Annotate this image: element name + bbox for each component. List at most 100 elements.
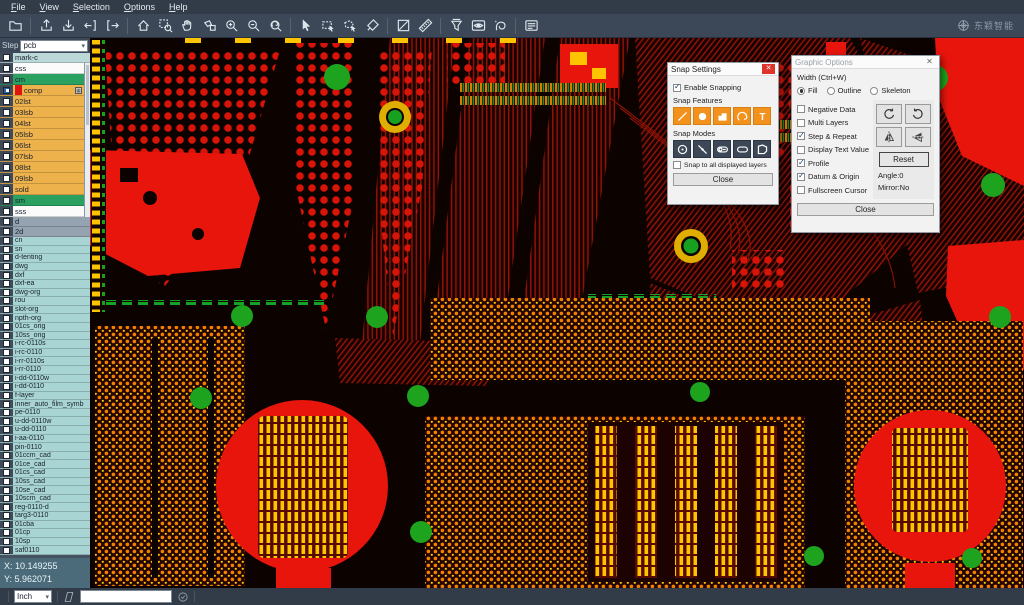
layer-row-pin-0110[interactable]: pin-0110 <box>0 443 90 452</box>
layer-row-reg-0110-d[interactable]: reg-0110-d <box>0 503 90 512</box>
import-down-button[interactable] <box>57 16 79 36</box>
layer-visibility-checkbox[interactable] <box>3 538 10 545</box>
enable-snapping-checkbox[interactable]: Enable Snapping <box>673 83 773 92</box>
layer-visibility-checkbox[interactable] <box>3 469 10 476</box>
layer-row-npth-org[interactable]: npth-org <box>0 314 90 323</box>
width-radio-outline[interactable]: Outline <box>827 86 862 95</box>
layer-visibility-checkbox[interactable] <box>3 358 10 365</box>
mode-edge-button[interactable] <box>693 140 711 158</box>
layer-row-04lst[interactable]: 04lst <box>0 118 90 129</box>
layer-row-i-dd-0110[interactable]: i-dd-0110 <box>0 383 90 392</box>
layer-visibility-checkbox[interactable] <box>3 228 10 235</box>
layer-visibility-checkbox[interactable] <box>3 521 10 528</box>
layer-row-inner_auto_film_symb[interactable]: inner_auto_film_symb <box>0 400 90 409</box>
layer-row-03lsb[interactable]: 03lsb <box>0 107 90 118</box>
layer-row-i-aa-0110[interactable]: i-aa-0110 <box>0 435 90 444</box>
layer-visibility-checkbox[interactable] <box>3 409 10 416</box>
layer-row-dwg-org[interactable]: dwg-org <box>0 289 90 298</box>
layer-visibility-checkbox[interactable] <box>3 246 10 253</box>
pcb-viewport[interactable]: Snap Settings ✕ Enable Snapping Snap Fea… <box>90 38 1024 588</box>
close-icon[interactable]: ✕ <box>923 57 936 67</box>
layer-visibility-checkbox[interactable] <box>3 366 10 373</box>
zoom-out-button[interactable] <box>242 16 264 36</box>
layer-visibility-checkbox[interactable] <box>3 218 10 225</box>
layer-row-saf0110[interactable]: saf0110 <box>0 546 90 555</box>
filter-button[interactable] <box>445 16 467 36</box>
layers-panel-button[interactable] <box>520 16 542 36</box>
highlight-button[interactable] <box>361 16 383 36</box>
layer-visibility-checkbox[interactable] <box>3 175 10 182</box>
layer-row-08lst[interactable]: 08lst <box>0 162 90 173</box>
graphic-checkbox-datum-origin[interactable]: Datum & Origin <box>797 172 869 181</box>
layer-visibility-checkbox[interactable] <box>3 54 10 61</box>
layer-visibility-checkbox[interactable] <box>3 478 10 485</box>
layer-row-10scm_cad[interactable]: 10scm_cad <box>0 495 90 504</box>
layer-row-d-tenting[interactable]: d-tenting <box>0 254 90 263</box>
open-button[interactable] <box>4 16 26 36</box>
load-left-button[interactable] <box>79 16 101 36</box>
graphic-checkbox-profile[interactable]: Profile <box>797 159 869 168</box>
script-file-icon[interactable] <box>63 591 75 603</box>
layer-visibility-checkbox[interactable] <box>3 208 10 215</box>
layer-row-i-dd-0110w[interactable]: i-dd-0110w <box>0 375 90 384</box>
layer-visibility-checkbox[interactable] <box>3 254 10 261</box>
layer-row-01cs_cad[interactable]: 01cs_cad <box>0 469 90 478</box>
layer-visibility-checkbox[interactable] <box>3 392 10 399</box>
mirror-horizontal-button[interactable] <box>876 127 902 147</box>
layer-row-02lst[interactable]: 02lst <box>0 96 90 107</box>
layer-row-07lsb[interactable]: 07lsb <box>0 151 90 162</box>
layer-visibility-checkbox[interactable] <box>3 237 10 244</box>
layer-visibility-checkbox[interactable] <box>3 547 10 554</box>
layer-row-targ3-0110[interactable]: targ3-0110 <box>0 512 90 521</box>
graphic-close-button[interactable]: Close <box>797 203 934 216</box>
layer-row-u-dd-0110[interactable]: u-dd-0110 <box>0 426 90 435</box>
layer-row-10ss_cad[interactable]: 10ss_cad <box>0 478 90 487</box>
layer-row-06lst[interactable]: 06lst <box>0 140 90 151</box>
zoom-area-button[interactable] <box>198 16 220 36</box>
width-radio-skeleton[interactable]: Skeleton <box>870 86 910 95</box>
layer-visibility-checkbox[interactable] <box>3 512 10 519</box>
layer-row-09lsb[interactable]: 09lsb <box>0 173 90 184</box>
layer-row-i-rr-0110[interactable]: i-rr-0110 <box>0 366 90 375</box>
layer-visibility-checkbox[interactable] <box>3 289 10 296</box>
layer-visibility-checkbox[interactable] <box>3 401 10 408</box>
layer-visibility-checkbox[interactable] <box>3 131 10 138</box>
command-input[interactable] <box>80 590 172 603</box>
snap-surface-button[interactable] <box>713 107 731 125</box>
snap-all-layers-checkbox[interactable]: Snap to all displayed layers <box>673 161 773 169</box>
layer-visibility-checkbox[interactable] <box>3 280 10 287</box>
mirror-vertical-button[interactable] <box>905 127 931 147</box>
load-right-button[interactable] <box>101 16 123 36</box>
menu-options[interactable]: Options <box>117 2 162 12</box>
rotate-cw-button[interactable] <box>876 104 902 124</box>
graphic-checkbox-fullscreen-cursor[interactable]: Fullscreen Cursor <box>797 186 869 195</box>
layer-row-u-dd-0110w[interactable]: u-dd-0110w <box>0 417 90 426</box>
step-select[interactable]: pcb ▾ <box>20 40 88 52</box>
layer-visibility-checkbox[interactable] <box>3 98 10 105</box>
graphic-checkbox-multi-layers[interactable]: Multi Layers <box>797 118 869 127</box>
layer-row-05lsb[interactable]: 05lsb <box>0 129 90 140</box>
menu-file[interactable]: File <box>4 2 33 12</box>
layer-row-sn[interactable]: sn <box>0 246 90 255</box>
layer-row-dxf-ea[interactable]: dxf-ea <box>0 280 90 289</box>
layer-row-i-rr-0110s[interactable]: i-rr-0110s <box>0 357 90 366</box>
layer-row-i-rc-0110s[interactable]: i-rc-0110s <box>0 340 90 349</box>
menu-help[interactable]: Help <box>162 2 195 12</box>
layer-row-slot-org[interactable]: slot-org <box>0 306 90 315</box>
layer-visibility-checkbox[interactable] <box>3 504 10 511</box>
measure-button[interactable] <box>414 16 436 36</box>
layer-row-01cp[interactable]: 01cp <box>0 529 90 538</box>
graphic-dialog-titlebar[interactable]: Graphic Options ✕ <box>792 56 939 69</box>
layer-row-i-rc-0110[interactable]: i-rc-0110 <box>0 349 90 358</box>
layer-visibility-checkbox[interactable] <box>3 272 10 279</box>
layer-row-sss[interactable]: sss <box>0 206 90 217</box>
layer-row-cm[interactable]: cm <box>0 74 90 85</box>
layer-visibility-checkbox[interactable] <box>3 76 10 83</box>
layer-visibility-checkbox[interactable] <box>3 435 10 442</box>
layer-row-dwg[interactable]: dwg <box>0 263 90 272</box>
layer-visibility-checkbox[interactable] <box>3 263 10 270</box>
layer-visibility-checkbox[interactable] <box>3 426 10 433</box>
zoom-in-button[interactable] <box>220 16 242 36</box>
graphic-checkbox-negative-data[interactable]: Negative Data <box>797 105 869 114</box>
layer-row-2d[interactable]: 2d <box>0 227 90 237</box>
